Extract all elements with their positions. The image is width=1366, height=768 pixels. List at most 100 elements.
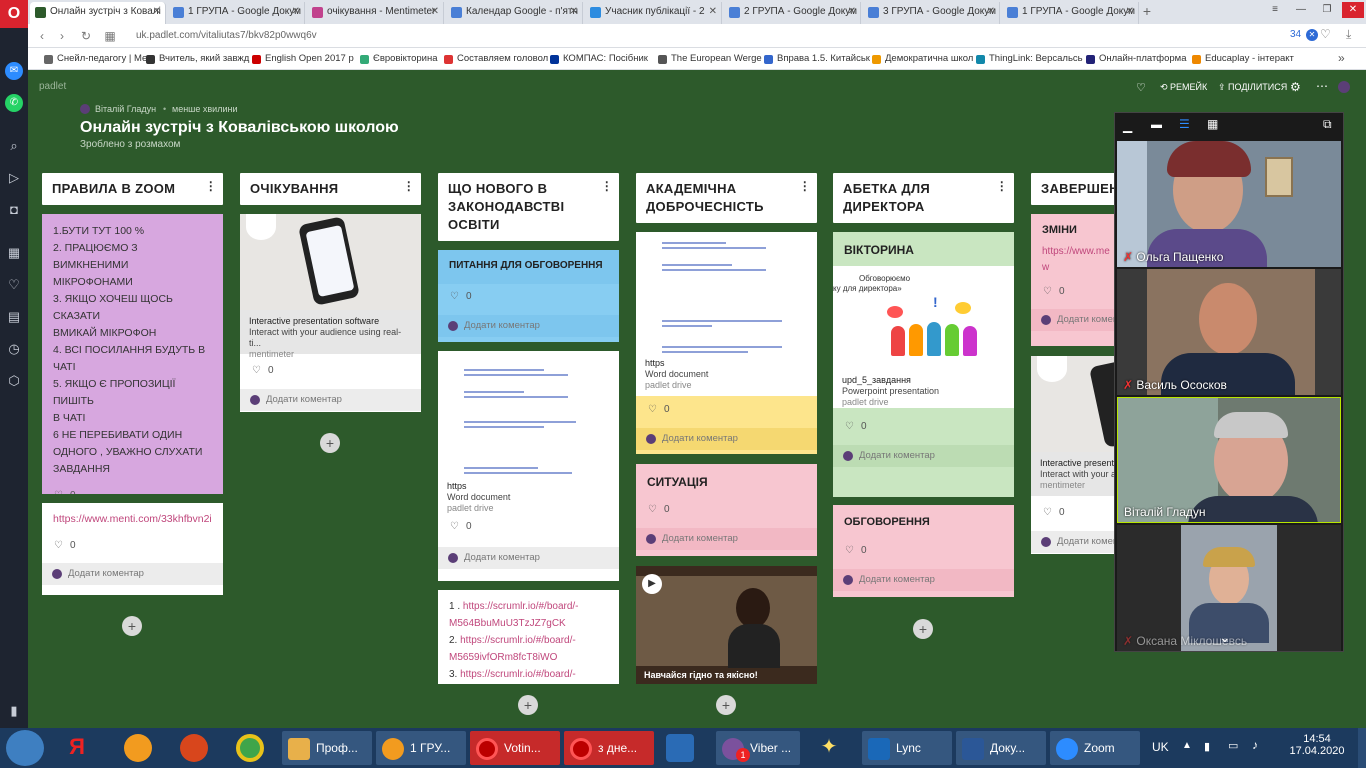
- like-count[interactable]: ♡0: [438, 517, 619, 537]
- more-menu-icon[interactable]: ⋯: [1316, 79, 1328, 93]
- start-button-icon[interactable]: [6, 730, 44, 766]
- bookmark-item[interactable]: Онлайн-платформа: [1084, 51, 1187, 67]
- participant-video-active[interactable]: Віталій Гладун: [1117, 397, 1341, 523]
- add-comment-button[interactable]: Додати коментар: [42, 563, 223, 585]
- minimize-video-icon[interactable]: ▁: [1123, 119, 1132, 133]
- gallery-view-icon[interactable]: ▦: [1207, 117, 1218, 131]
- close-tab-icon[interactable]: ✕: [709, 2, 717, 22]
- app-tools-icon[interactable]: [666, 734, 694, 762]
- bookmark-item[interactable]: English Open 2017 р: [250, 51, 354, 67]
- link-item[interactable]: 2. https://scrumlr.io/#/board/-: [449, 632, 608, 649]
- whatsapp-icon[interactable]: ✆: [5, 94, 23, 112]
- bookmark-item[interactable]: Євровікторина: [358, 51, 446, 67]
- new-tab-icon[interactable]: +: [1138, 3, 1156, 21]
- post-card-situation[interactable]: СИТУАЦІЯ ♡ 0 Додати коментар: [636, 464, 817, 556]
- bookmark-item[interactable]: The European Werge: [656, 51, 762, 67]
- clock[interactable]: 14:54 17.04.2020: [1282, 733, 1352, 757]
- post-card-changes[interactable]: ЗМІНИ https://www.me w ♡0 Додати комента…: [1031, 214, 1119, 346]
- post-card-doc[interactable]: https Word document padlet drive ♡ 0 Дода…: [438, 351, 619, 581]
- bookmark-item[interactable]: Educaplay - інтеракт: [1190, 51, 1300, 67]
- close-tab-icon[interactable]: ✕: [570, 2, 578, 22]
- news-icon[interactable]: ▤: [5, 308, 23, 326]
- taskbar-item[interactable]: Votin...: [470, 731, 560, 765]
- sidebar-toggle-icon[interactable]: ▮: [5, 702, 23, 720]
- like-icon[interactable]: ♡: [1136, 81, 1146, 94]
- participant-video[interactable]: ✗ Василь Ососков: [1117, 269, 1341, 395]
- taskbar-item[interactable]: Viber ...: [716, 731, 800, 765]
- link-text[interactable]: M5659ivfORm8fcT8iWO: [449, 649, 608, 666]
- tab-participant[interactable]: Учасник публікації - 2 ✕: [585, 2, 722, 24]
- battery-icon[interactable]: ▭: [1228, 739, 1238, 752]
- speaker-view-icon[interactable]: ▬: [1151, 119, 1162, 131]
- column-menu-icon[interactable]: ⋮: [996, 177, 1008, 195]
- download-icon[interactable]: ⤓: [1346, 27, 1351, 42]
- column-menu-icon[interactable]: ⋮: [403, 177, 415, 195]
- share-button[interactable]: ⇪ ПОДІЛИТИСЯ: [1218, 82, 1287, 93]
- tab-doc-2[interactable]: 2 ГРУПА - Google Докум ✕: [724, 2, 861, 24]
- tab-mentimeter[interactable]: очікування - Mentimeter ✕: [307, 2, 444, 24]
- column-menu-icon[interactable]: ⋮: [205, 177, 217, 195]
- add-post-button[interactable]: +: [913, 619, 933, 639]
- add-comment-button[interactable]: Додати коментар: [1031, 309, 1119, 331]
- box-icon[interactable]: ⬡: [5, 372, 23, 390]
- chevron-down-icon[interactable]: ⌄: [1219, 629, 1231, 646]
- taskbar-item[interactable]: Zoom: [1050, 731, 1140, 765]
- history-icon[interactable]: ◷: [5, 340, 23, 358]
- changes-link[interactable]: https://www.me w: [1031, 244, 1119, 276]
- add-post-button[interactable]: +: [122, 616, 142, 636]
- bookmark-item[interactable]: Снейл-педагогу | Ме: [42, 51, 152, 67]
- volume-icon[interactable]: ♪: [1252, 738, 1258, 752]
- like-count[interactable]: ♡0: [1031, 282, 1119, 302]
- close-tab-icon[interactable]: ✕: [1126, 2, 1134, 22]
- like-count[interactable]: ♡0: [240, 361, 421, 381]
- post-card-mentimeter[interactable]: Interactive presentation software Intera…: [240, 214, 421, 412]
- post-card-scrumlr-links[interactable]: 1 . https://scrumlr.io/#/board/- M564Bbu…: [438, 590, 619, 684]
- add-post-button[interactable]: +: [518, 695, 538, 715]
- taskbar-item[interactable]: 1 ГРУ...: [376, 731, 466, 765]
- send-icon[interactable]: ▷: [5, 169, 23, 187]
- play-icon[interactable]: ▶: [642, 574, 662, 594]
- taskbar-item[interactable]: з дне...: [564, 731, 654, 765]
- bookmark-item[interactable]: Вчитель, який завжд: [144, 51, 249, 67]
- bookmarks-more-icon[interactable]: »: [1338, 51, 1345, 65]
- link-text[interactable]: M564BbuMuU3TzJZ7gCK: [449, 615, 608, 632]
- network-icon[interactable]: ▮: [1204, 740, 1210, 753]
- messenger-icon[interactable]: ✉: [5, 62, 23, 80]
- link-item[interactable]: 3. https://scrumlr.io/#/board/-: [449, 666, 608, 683]
- bookmark-item[interactable]: ThingLink: Версальсь: [974, 51, 1083, 67]
- like-count[interactable]: ♡0: [42, 536, 223, 556]
- menti-link[interactable]: https://www.menti.com/33khfbvn2i: [42, 503, 223, 536]
- yandex-icon[interactable]: Я: [62, 734, 92, 762]
- app-orange-icon[interactable]: [124, 734, 152, 762]
- show-desktop-button[interactable]: [1358, 728, 1366, 768]
- post-card-link[interactable]: https://www.menti.com/33khfbvn2i ♡ 0 Дода…: [42, 503, 223, 595]
- link-item[interactable]: 1 . https://scrumlr.io/#/board/-: [449, 598, 608, 615]
- column-menu-icon[interactable]: ⋮: [799, 177, 811, 195]
- exit-float-icon[interactable]: ⧉: [1323, 117, 1332, 132]
- add-comment-button[interactable]: Додати коментар: [833, 445, 1014, 467]
- post-card-video[interactable]: ▶ Навчайся гідно та якісно!: [636, 566, 817, 684]
- like-count[interactable]: ♡0: [1031, 503, 1119, 523]
- tab-doc-1[interactable]: 1 ГРУПА - Google Докум ✕: [168, 2, 305, 24]
- bookmark-item[interactable]: Вправа 1.5. Китайськ: [762, 51, 870, 67]
- minimize-icon[interactable]: —: [1290, 2, 1312, 18]
- maximize-icon[interactable]: ❐: [1316, 2, 1338, 18]
- like-count[interactable]: ♡0: [438, 287, 619, 307]
- taskbar-item[interactable]: Проф...: [282, 731, 372, 765]
- adblock-icon[interactable]: ✕: [1306, 29, 1318, 41]
- close-tab-icon[interactable]: ✕: [987, 2, 995, 22]
- close-tab-icon[interactable]: ✕: [292, 2, 300, 22]
- user-avatar[interactable]: [1338, 81, 1350, 93]
- tab-doc-3[interactable]: 3 ГРУПА - Google Докум ✕: [863, 2, 1000, 24]
- post-card-quiz[interactable]: ВІКТОРИНА Обговорюємо ку для директора» …: [833, 232, 1014, 497]
- like-count[interactable]: ♡0: [636, 400, 817, 420]
- magic-wand-icon[interactable]: ✦: [814, 734, 844, 762]
- participant-video[interactable]: ✗ Ольга Пащенко: [1117, 141, 1341, 267]
- tab-calendar[interactable]: Календар Google - п'ятн ✕: [446, 2, 583, 24]
- close-tab-icon[interactable]: ✕: [153, 2, 161, 22]
- settings-gear-icon[interactable]: ⚙: [1290, 80, 1301, 94]
- column-menu-icon[interactable]: ⋮: [601, 177, 613, 195]
- camera-icon[interactable]: ◘: [5, 201, 23, 219]
- url-input[interactable]: [122, 27, 1332, 45]
- add-post-button[interactable]: +: [716, 695, 736, 715]
